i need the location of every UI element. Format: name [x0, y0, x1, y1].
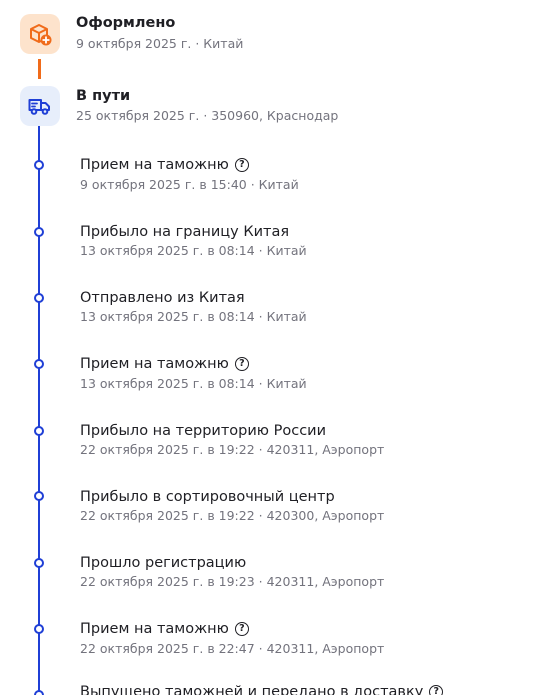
delivery-truck-icon — [20, 86, 60, 126]
stage-subtitle: 9 октября 2025 г. · Китай — [76, 36, 244, 51]
event-subtitle: 22 октября 2025 г. в 19:22 · 420311, Аэр… — [80, 442, 385, 457]
help-icon[interactable]: ? — [234, 622, 249, 636]
event-subtitle: 13 октября 2025 г. в 08:14 · Китай — [80, 243, 307, 258]
timeline-dot — [34, 491, 44, 501]
timeline-dot — [34, 624, 44, 634]
timeline-dot — [34, 359, 44, 369]
event-subtitle: 9 октября 2025 г. в 15:40 · Китай — [80, 177, 299, 192]
timeline-dot — [34, 558, 44, 568]
event-title: Выпущено таможней и передано в доставку? — [80, 684, 444, 695]
timeline-line — [38, 126, 40, 695]
event-subtitle: 22 октября 2025 г. в 19:22 · 420300, Аэр… — [80, 508, 385, 523]
event-title: Отправлено из Китая — [80, 290, 245, 306]
timeline-dot — [34, 426, 44, 436]
event-subtitle: 22 октября 2025 г. в 22:47 · 420311, Аэр… — [80, 641, 385, 656]
help-icon[interactable]: ? — [429, 685, 444, 695]
stage-title: Оформлено — [76, 15, 176, 31]
event-title: Прибыло на территорию России — [80, 423, 327, 439]
event-title: Прибыло в сортировочный центр — [80, 489, 335, 505]
timeline-dot — [34, 227, 44, 237]
stage-title: В пути — [76, 88, 131, 104]
event-subtitle: 22 октября 2025 г. в 19:23 · 420311, Аэр… — [80, 574, 385, 589]
help-icon[interactable]: ? — [234, 158, 249, 172]
event-title: Прием на таможню? — [80, 621, 249, 637]
event-title: Прием на таможню? — [80, 356, 249, 372]
event-title: Прошло регистрацию — [80, 555, 247, 571]
timeline-dot — [34, 690, 44, 695]
event-title: Прием на таможню? — [80, 157, 249, 173]
event-subtitle: 13 октября 2025 г. в 08:14 · Китай — [80, 376, 307, 391]
stage-subtitle: 25 октября 2025 г. · 350960, Краснодар — [76, 108, 339, 123]
timeline-dot — [34, 293, 44, 303]
event-title: Прибыло на границу Китая — [80, 224, 290, 240]
event-subtitle: 13 октября 2025 г. в 08:14 · Китай — [80, 309, 307, 324]
help-icon[interactable]: ? — [234, 357, 249, 371]
timeline-dot — [34, 160, 44, 170]
stage-connector — [38, 59, 41, 79]
package-add-icon — [20, 14, 60, 54]
tracking-timeline: Оформлено 9 октября 2025 г. · Китай В пу… — [0, 0, 533, 695]
